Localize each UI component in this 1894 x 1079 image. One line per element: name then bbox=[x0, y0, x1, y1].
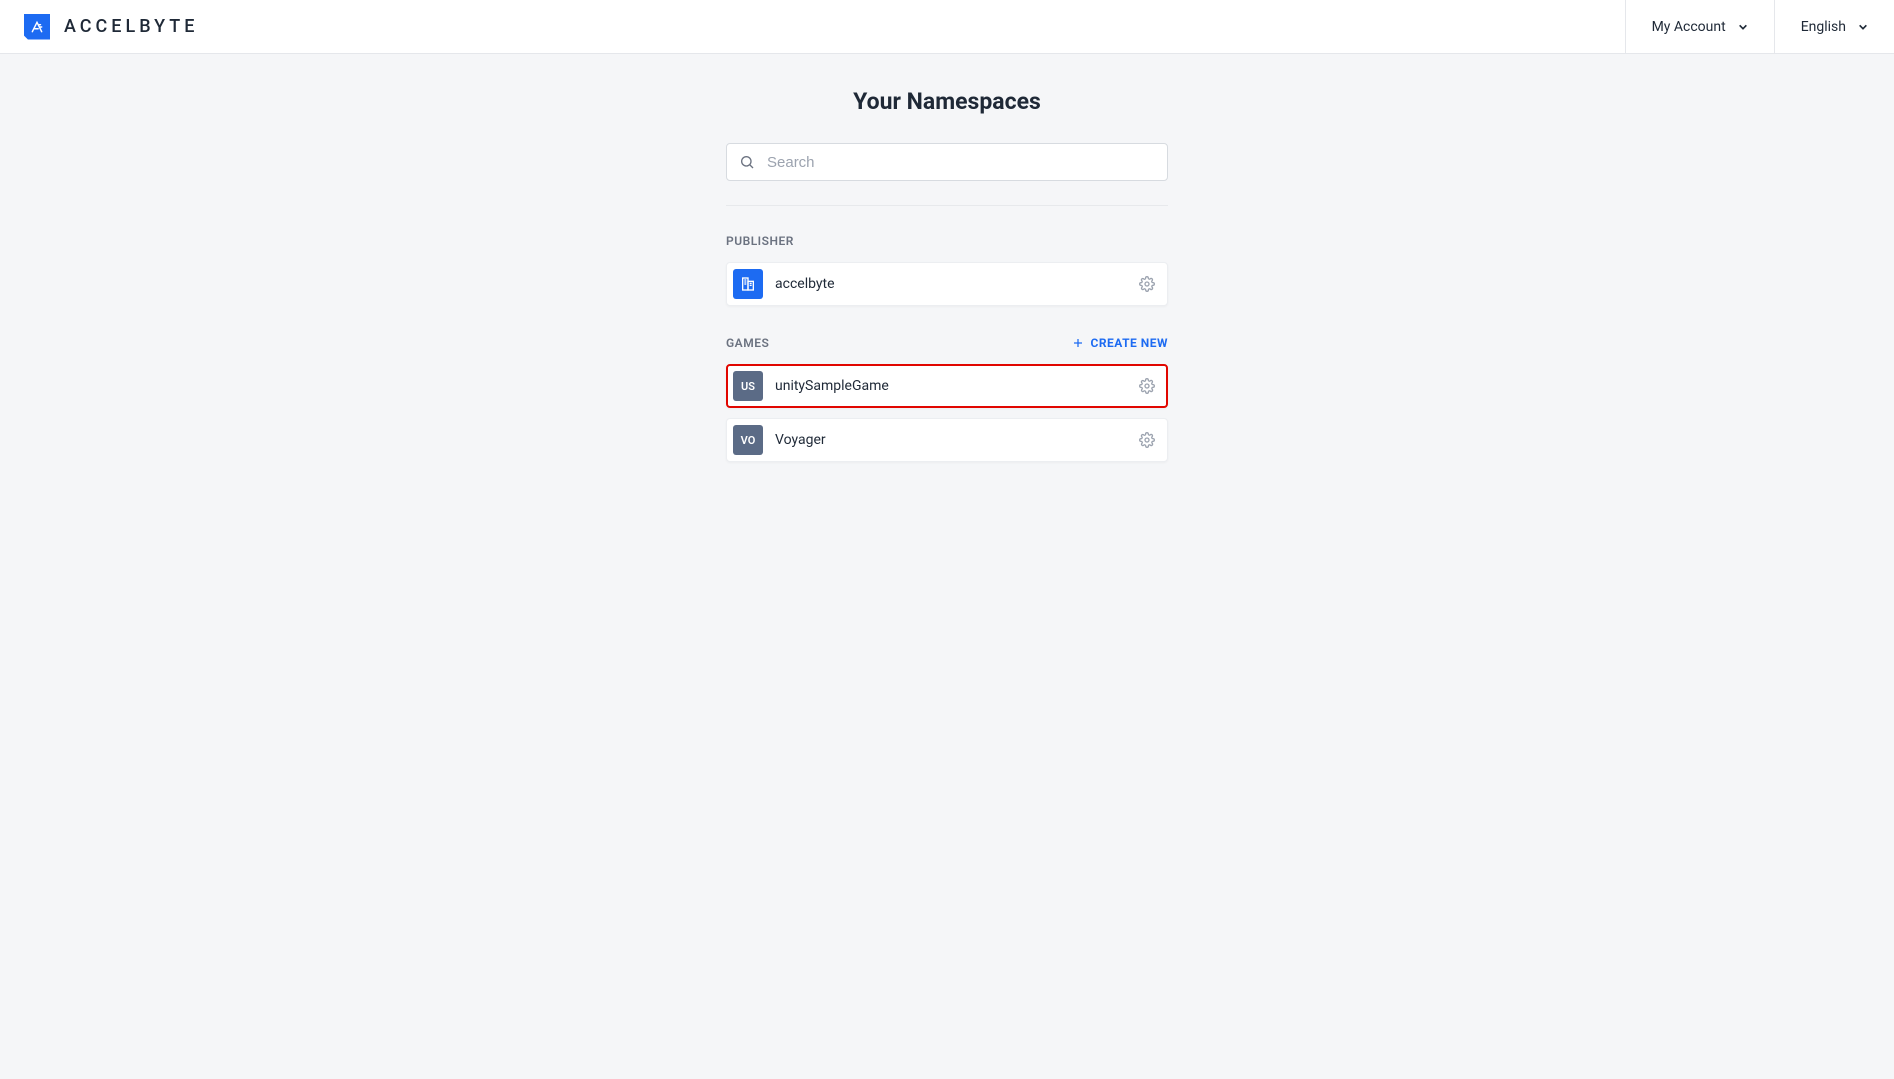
language-label: English bbox=[1801, 19, 1846, 35]
gear-icon bbox=[1139, 378, 1155, 394]
language-dropdown[interactable]: English bbox=[1774, 0, 1894, 53]
chevron-down-icon bbox=[1738, 22, 1748, 32]
main-content: Your Namespaces PUBLISHER a bbox=[726, 88, 1168, 462]
search-input[interactable] bbox=[755, 154, 1155, 171]
create-new-button[interactable]: CREATE NEW bbox=[1072, 336, 1168, 350]
publisher-name: accelbyte bbox=[775, 276, 1137, 292]
search-field[interactable] bbox=[726, 143, 1168, 181]
games-section-label: GAMES bbox=[726, 336, 769, 350]
game-settings-button[interactable] bbox=[1137, 376, 1157, 396]
game-code-badge: VO bbox=[733, 425, 763, 455]
my-account-label: My Account bbox=[1652, 19, 1726, 35]
games-section: GAMES CREATE NEW US unitySampleGame VO V… bbox=[726, 336, 1168, 462]
gear-icon bbox=[1139, 276, 1155, 292]
app-header: ACCELBYTE My Account English bbox=[0, 0, 1894, 54]
publisher-section-header: PUBLISHER bbox=[726, 234, 1168, 248]
brand-name: ACCELBYTE bbox=[64, 16, 198, 37]
building-icon bbox=[733, 269, 763, 299]
publisher-section-label: PUBLISHER bbox=[726, 234, 794, 248]
search-icon bbox=[739, 154, 755, 170]
divider bbox=[726, 205, 1168, 206]
logo-mark-icon bbox=[24, 14, 50, 40]
create-new-label: CREATE NEW bbox=[1090, 336, 1168, 350]
my-account-dropdown[interactable]: My Account bbox=[1625, 0, 1774, 53]
plus-icon bbox=[1072, 337, 1084, 349]
games-section-header: GAMES CREATE NEW bbox=[726, 336, 1168, 350]
brand-logo[interactable]: ACCELBYTE bbox=[24, 14, 198, 40]
publisher-section: PUBLISHER accelbyte bbox=[726, 234, 1168, 306]
game-name: unitySampleGame bbox=[775, 378, 1137, 394]
game-settings-button[interactable] bbox=[1137, 430, 1157, 450]
header-right: My Account English bbox=[1625, 0, 1894, 53]
gear-icon bbox=[1139, 432, 1155, 448]
chevron-down-icon bbox=[1858, 22, 1868, 32]
game-card-unitysamplegame[interactable]: US unitySampleGame bbox=[726, 364, 1168, 408]
page-title: Your Namespaces bbox=[726, 88, 1168, 115]
publisher-settings-button[interactable] bbox=[1137, 274, 1157, 294]
game-name: Voyager bbox=[775, 432, 1137, 448]
publisher-card[interactable]: accelbyte bbox=[726, 262, 1168, 306]
game-card-voyager[interactable]: VO Voyager bbox=[726, 418, 1168, 462]
game-code-badge: US bbox=[733, 371, 763, 401]
